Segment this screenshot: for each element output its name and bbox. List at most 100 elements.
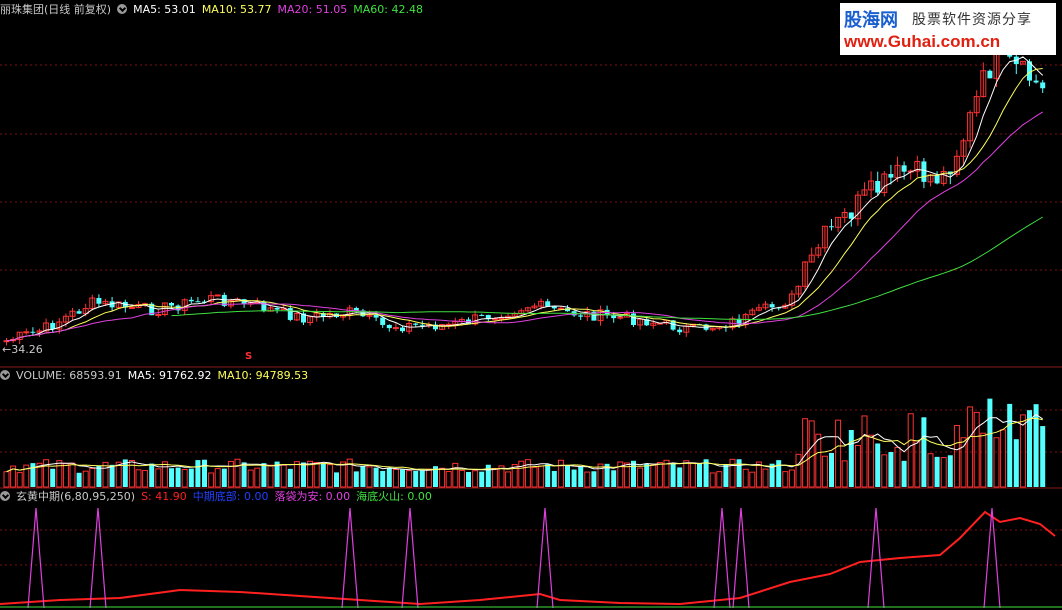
volume-bar-down [1013,439,1019,487]
volume-bar-up [1019,414,1026,488]
volume-bar-down [551,470,557,487]
signal-spike [867,507,885,609]
candle-down [888,173,894,178]
volume-bar-up [524,459,531,488]
volume-bar-up [326,464,333,488]
volume-value: VOLUME: 68593.91 [16,369,122,382]
candle-down [479,314,485,316]
candle-down [848,212,854,219]
volume-bar-up [683,460,690,488]
volume-bar-up [82,470,89,488]
volume-bar-up [128,459,135,488]
volume-bar-down [987,398,993,487]
volume-bar-down [175,467,181,487]
signal-spike [536,507,554,609]
volume-bar-down [334,472,339,487]
low-price-label: ←34.26 [2,343,43,356]
stock-chart[interactable] [0,0,1062,610]
volume-bar-down [466,472,471,487]
candle-down [76,311,82,314]
volume-bar-down [188,468,194,487]
candle-down [30,331,36,333]
volume-header: VOLUME: 68593.91 MA5: 91762.92 MA10: 94789… [0,368,314,384]
candle-down [419,324,425,326]
volume-bar-down [221,468,227,487]
volume-bar-up [445,471,452,488]
volume-bar-down [875,443,881,487]
candle-down [829,226,834,228]
volume-bar-up [89,467,96,488]
volume-bar-up [980,432,987,488]
volume-bar-up [973,411,980,488]
volume-bar-up [953,425,960,488]
volume-bar-up [782,471,789,488]
candle-down [631,313,636,325]
vol-ma10-value: MA10: 94789.53 [217,369,309,382]
candle-down [901,165,907,172]
volume-bar-up [742,468,749,488]
volume-bar-down [934,456,940,487]
indicator-s-line [0,510,1056,606]
indicator-ldwa-value: 落袋为安: 0.00 [274,490,351,503]
volume-bar-down [901,460,907,487]
volume-bar-down [1040,426,1046,487]
volume-bar-down [631,460,636,487]
volume-bar-up [821,455,828,488]
settings-icon[interactable] [0,491,10,501]
watermark-brand: 股海网 [844,10,898,31]
volume-bar-up [135,469,142,488]
watermark-url: www.Guhai.com.cn [844,32,1001,51]
volume-bar-up [214,468,221,488]
volume-bar-down [76,472,82,487]
volume-bar-up [656,461,663,488]
volume-bar-down [287,468,293,487]
volume-bar-down [723,464,729,487]
volume-bar-up [439,467,446,488]
indicator-title: 玄黄中期(6,80,95,250) [16,490,136,503]
volume-bar-up [3,471,10,488]
volume-bar-down [479,471,485,487]
candle-down [578,315,584,317]
candlesticks[interactable] [3,42,1046,346]
volume-bar-up [254,467,261,488]
volume-bar-down [736,459,742,487]
candle-down [545,301,551,307]
volume-bar-up [505,471,512,488]
volume-bar-down [30,463,36,487]
volume-bars[interactable] [3,398,1046,488]
volume-bar-up [208,472,215,488]
volume-bar-up [392,468,399,488]
volume-bar-down [670,462,676,487]
volume-bar-up [868,434,875,488]
volume-bar-down [677,467,683,487]
volume-bar-down [591,471,597,487]
candle-up [392,327,399,330]
volume-bar-up [788,469,795,488]
indicator-zqdb-value: 中期底部: 0.00 [192,490,269,503]
candle-down [380,317,386,325]
volume-bar-up [709,472,716,488]
candle-down [50,322,56,330]
volume-bar-up [584,471,591,488]
volume-bar-up [340,461,347,488]
volume-bar-down [353,471,359,487]
volume-bar-down [202,459,207,487]
settings-icon[interactable] [117,4,128,14]
volume-bar-down [380,470,386,487]
volume-bar-up [69,462,76,488]
volume-bar-up [749,471,756,488]
volume-bar-down [261,463,267,487]
ma20-value: MA20: 51.05 [277,3,348,16]
candle-down [987,70,993,79]
volume-bar-up [940,457,947,488]
volume-bar-up [650,464,657,488]
volume-bar-up [907,413,914,488]
volume-bar-up [914,440,921,488]
volume-bar-up [762,468,769,488]
settings-icon[interactable] [0,370,10,380]
candle-up [128,306,135,309]
volume-bar-up [1000,429,1007,488]
signal-spike [713,507,731,609]
volume-bar-up [155,468,162,488]
volume-bar-up [808,420,815,488]
